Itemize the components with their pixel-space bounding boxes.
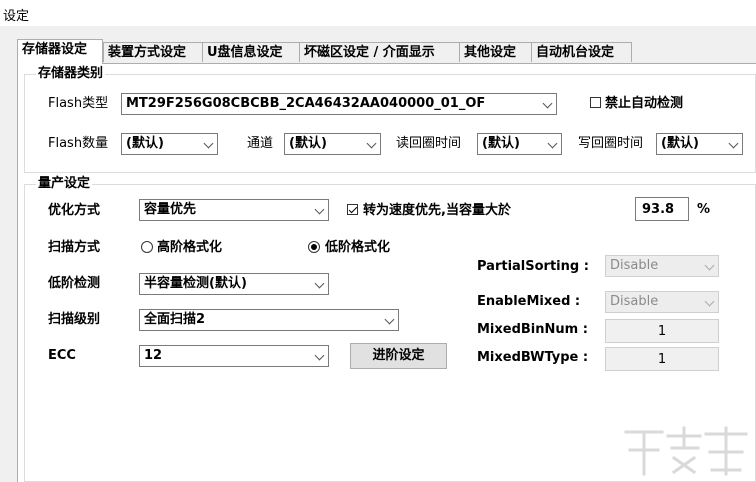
scan-level-select[interactable]: 全面扫描2 <box>139 309 399 331</box>
optimize-value: 容量优先 <box>144 202 197 217</box>
disable-auto-detect-label: 禁止自动检测 <box>605 96 684 111</box>
chevron-down-icon <box>366 138 377 149</box>
low-detect-select[interactable]: 半容量检测(默认) <box>139 273 329 295</box>
window-title: 设定 <box>3 9 30 24</box>
mixed-bin-num-input[interactable]: 1 <box>605 319 719 343</box>
chevron-down-icon <box>384 314 395 325</box>
partial-sorting-select[interactable]: Disable <box>605 255 719 277</box>
ecc-value: 12 <box>144 348 163 363</box>
tab-other-settings[interactable]: 其他设定 <box>459 42 531 62</box>
flash-count-select[interactable]: (默认) <box>121 133 218 155</box>
channel-value: (默认) <box>289 136 327 151</box>
optimize-label: 优化方式 <box>48 203 101 218</box>
chevron-down-icon <box>314 278 325 289</box>
channel-select[interactable]: (默认) <box>284 133 381 155</box>
flash-type-value: MT29F256G08CBCBB_2CA46432AA040000_01_OF <box>126 96 486 111</box>
chevron-down-icon <box>314 204 325 215</box>
high-format-label: 高阶格式化 <box>157 240 223 255</box>
mixed-bw-type-label: MixedBWType : <box>477 350 589 365</box>
high-format-radio[interactable] <box>141 241 153 253</box>
flash-count-value: (默认) <box>126 136 164 151</box>
flash-count-label: Flash数量 <box>48 136 109 151</box>
flash-type-label: Flash类型 <box>48 96 109 111</box>
tab-storage-settings[interactable]: 存储器设定 <box>17 39 103 64</box>
channel-label: 通道 <box>247 136 274 151</box>
chevron-down-icon <box>203 138 214 149</box>
speed-threshold-input[interactable]: 93.8 <box>635 197 689 221</box>
storage-type-group-title: 存储器类别 <box>36 66 106 81</box>
mixed-bin-num-label: MixedBinNum : <box>477 322 588 337</box>
partial-sorting-label: PartialSorting : <box>477 259 589 274</box>
disable-auto-detect-checkbox[interactable] <box>590 97 601 108</box>
low-format-label: 低阶格式化 <box>325 240 391 255</box>
scan-level-label: 扫描级别 <box>48 312 101 327</box>
scan-level-value: 全面扫描2 <box>144 312 206 327</box>
partial-sorting-value: Disable <box>610 258 659 273</box>
storage-type-group <box>24 74 756 173</box>
percent-label: % <box>697 202 711 217</box>
tab-device-mode[interactable]: 装置方式设定 <box>103 42 202 62</box>
chevron-down-icon <box>704 260 715 271</box>
enable-mixed-value: Disable <box>610 294 659 309</box>
chevron-down-icon <box>704 296 715 307</box>
low-detect-label: 低阶检测 <box>48 276 101 291</box>
chevron-down-icon <box>542 98 553 109</box>
title-bar: 设定 <box>0 0 756 26</box>
read-cycle-label: 读回圈时间 <box>396 136 462 151</box>
ecc-label: ECC <box>48 348 76 363</box>
low-detect-value: 半容量检测(默认) <box>144 276 247 291</box>
tab-usb-info[interactable]: U盘信息设定 <box>202 42 299 62</box>
chevron-down-icon <box>728 138 739 149</box>
enable-mixed-label: EnableMixed : <box>477 294 581 309</box>
mixed-bw-type-input[interactable]: 1 <box>605 347 719 371</box>
write-cycle-label: 写回圈时间 <box>578 136 644 151</box>
tab-auto-machine[interactable]: 自动机台设定 <box>531 42 632 62</box>
ecc-select[interactable]: 12 <box>139 345 329 367</box>
tab-bad-sector[interactable]: 坏磁区设定 / 介面显示 <box>299 42 459 62</box>
write-cycle-select[interactable]: (默认) <box>656 133 743 155</box>
low-format-radio[interactable] <box>308 241 320 253</box>
production-group-title: 量产设定 <box>36 176 93 191</box>
speed-priority-checkbox[interactable] <box>347 204 358 215</box>
read-cycle-value: (默认) <box>482 136 520 151</box>
advanced-settings-button[interactable]: 进阶设定 <box>350 343 447 369</box>
chevron-down-icon <box>547 138 558 149</box>
write-cycle-value: (默认) <box>661 136 699 151</box>
read-cycle-select[interactable]: (默认) <box>477 133 562 155</box>
chevron-down-icon <box>314 350 325 361</box>
speed-priority-label: 转为速度优先,当容量大於 <box>363 203 511 218</box>
flash-type-select[interactable]: MT29F256G08CBCBB_2CA46432AA040000_01_OF <box>121 93 557 115</box>
scan-mode-label: 扫描方式 <box>48 240 101 255</box>
enable-mixed-select[interactable]: Disable <box>605 291 719 313</box>
optimize-select[interactable]: 容量优先 <box>139 199 329 221</box>
